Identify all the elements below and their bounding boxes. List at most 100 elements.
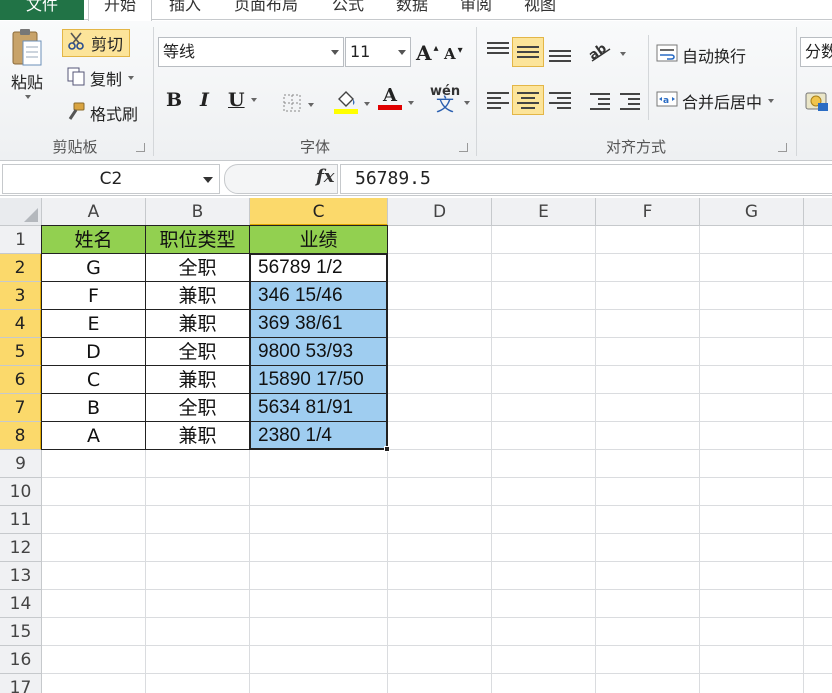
cell-c3[interactable]: 346 15/46 xyxy=(250,282,387,309)
row-header-7[interactable]: 7 xyxy=(0,394,42,422)
column-header-f[interactable]: F xyxy=(596,198,700,226)
cell-a1[interactable]: 姓名 xyxy=(42,226,145,253)
orientation-dropdown-icon[interactable] xyxy=(620,52,626,56)
column-header-b[interactable]: B xyxy=(146,198,250,226)
font-size-dropdown-icon[interactable] xyxy=(398,50,406,55)
row-header-14[interactable]: 14 xyxy=(0,590,42,618)
tab-home[interactable]: 开始 xyxy=(88,0,152,21)
underline-button[interactable]: U xyxy=(228,89,257,111)
column-header-c[interactable]: C xyxy=(250,198,388,226)
name-box-dropdown-icon[interactable] xyxy=(203,177,213,183)
merge-center-button[interactable]: a 合并后居中 xyxy=(656,89,775,113)
font-size-combo[interactable]: 11 xyxy=(345,37,411,67)
paste-button[interactable]: 粘贴 xyxy=(10,27,44,99)
cell-b7[interactable]: 全职 xyxy=(146,394,249,421)
cell-a3[interactable]: F xyxy=(42,282,145,309)
cell-a2[interactable]: G xyxy=(42,254,145,281)
cut-button[interactable]: 剪切 xyxy=(62,29,131,57)
cell-c8[interactable]: 2380 1/4 xyxy=(250,422,387,449)
fill-color-dropdown-icon[interactable] xyxy=(364,102,370,106)
row-header-6[interactable]: 6 xyxy=(0,366,42,394)
tab-view[interactable]: 视图 xyxy=(514,0,566,20)
clipboard-launcher-icon[interactable] xyxy=(136,143,145,152)
row-header-12[interactable]: 12 xyxy=(0,534,42,562)
row-header-1[interactable]: 1 xyxy=(0,226,42,254)
cell-b1[interactable]: 职位类型 xyxy=(146,226,249,253)
increase-indent-button[interactable] xyxy=(618,89,644,115)
alignment-launcher-icon[interactable] xyxy=(778,143,787,152)
formula-input[interactable]: 56789.5 xyxy=(340,164,832,194)
row-header-8[interactable]: 8 xyxy=(0,422,42,450)
font-name-combo[interactable]: 等线 xyxy=(158,37,344,67)
fill-color-button[interactable] xyxy=(334,89,370,119)
copy-dropdown-icon[interactable] xyxy=(128,76,135,80)
cell-b6[interactable]: 兼职 xyxy=(146,366,249,393)
tab-formulas[interactable]: 公式 xyxy=(322,0,374,20)
underline-dropdown-icon[interactable] xyxy=(250,98,257,102)
align-left-button[interactable] xyxy=(484,89,512,115)
row-header-16[interactable]: 16 xyxy=(0,646,42,674)
column-header-d[interactable]: D xyxy=(388,198,492,226)
font-name-dropdown-icon[interactable] xyxy=(331,50,339,55)
column-header-g[interactable]: G xyxy=(700,198,804,226)
borders-button[interactable] xyxy=(282,93,314,117)
cell-c4[interactable]: 369 38/61 xyxy=(250,310,387,337)
orientation-button[interactable]: ab xyxy=(586,41,626,67)
phonetic-dropdown-icon[interactable] xyxy=(464,101,470,105)
number-format-combo[interactable]: 分数 xyxy=(800,37,832,67)
align-top-button[interactable] xyxy=(484,39,512,65)
align-bottom-button[interactable] xyxy=(546,39,574,65)
bold-button[interactable]: B xyxy=(166,89,182,111)
insert-function-icon[interactable]: fx xyxy=(316,166,334,187)
row-header-2[interactable]: 2 xyxy=(0,254,42,282)
cell-c7[interactable]: 5634 81/91 xyxy=(250,394,387,421)
row-header-9[interactable]: 9 xyxy=(0,450,42,478)
increase-font-button[interactable]: A ▴ xyxy=(416,41,439,65)
row-header-11[interactable]: 11 xyxy=(0,506,42,534)
column-header-e[interactable]: E xyxy=(492,198,596,226)
decrease-indent-button[interactable] xyxy=(588,89,614,115)
cell-c1[interactable]: 业绩 xyxy=(250,226,387,253)
cell-b4[interactable]: 兼职 xyxy=(146,310,249,337)
borders-dropdown-icon[interactable] xyxy=(308,103,314,107)
column-header-overflow[interactable] xyxy=(804,198,832,226)
row-header-17[interactable]: 17 xyxy=(0,674,42,693)
tab-page-layout[interactable]: 页面布局 xyxy=(222,0,310,20)
font-color-button[interactable]: A xyxy=(378,87,402,110)
row-header-5[interactable]: 5 xyxy=(0,338,42,366)
wrap-text-button[interactable]: 自动换行 xyxy=(656,43,746,67)
cell-b8[interactable]: 兼职 xyxy=(146,422,249,449)
cell-b2[interactable]: 全职 xyxy=(146,254,249,281)
cell-a6[interactable]: C xyxy=(42,366,145,393)
cell-a8[interactable]: A xyxy=(42,422,145,449)
row-header-13[interactable]: 13 xyxy=(0,562,42,590)
cell-a5[interactable]: D xyxy=(42,338,145,365)
paste-dropdown-icon[interactable] xyxy=(25,95,31,99)
cell-a4[interactable]: E xyxy=(42,310,145,337)
row-header-3[interactable]: 3 xyxy=(0,282,42,310)
select-all-button[interactable] xyxy=(0,198,42,226)
row-header-15[interactable]: 15 xyxy=(0,618,42,646)
format-painter-button[interactable]: 格式刷 xyxy=(66,100,138,126)
phonetic-guide-button[interactable]: wén 文 xyxy=(430,85,460,115)
decrease-font-button[interactable]: A ▾ xyxy=(444,45,463,64)
fill-handle[interactable] xyxy=(384,446,390,452)
cell-b3[interactable]: 兼职 xyxy=(146,282,249,309)
italic-button[interactable]: I xyxy=(200,89,209,111)
row-header-4[interactable]: 4 xyxy=(0,310,42,338)
cell-c2[interactable]: 56789 1/2 xyxy=(250,254,387,281)
cell-c6[interactable]: 15890 17/50 xyxy=(250,366,387,393)
column-header-a[interactable]: A xyxy=(42,198,146,226)
font-color-dropdown-icon[interactable] xyxy=(408,101,414,105)
tab-review[interactable]: 审阅 xyxy=(450,0,502,20)
copy-button[interactable]: 复制 xyxy=(66,65,135,91)
tab-insert[interactable]: 插入 xyxy=(160,0,210,20)
cell-c5[interactable]: 9800 53/93 xyxy=(250,338,387,365)
align-right-button[interactable] xyxy=(546,89,574,115)
font-launcher-icon[interactable] xyxy=(459,143,468,152)
align-middle-button[interactable] xyxy=(512,37,544,67)
merge-center-dropdown-icon[interactable] xyxy=(768,99,775,103)
cell-a7[interactable]: B xyxy=(42,394,145,421)
cell-b5[interactable]: 全职 xyxy=(146,338,249,365)
tab-file[interactable]: 文件 xyxy=(0,0,84,20)
